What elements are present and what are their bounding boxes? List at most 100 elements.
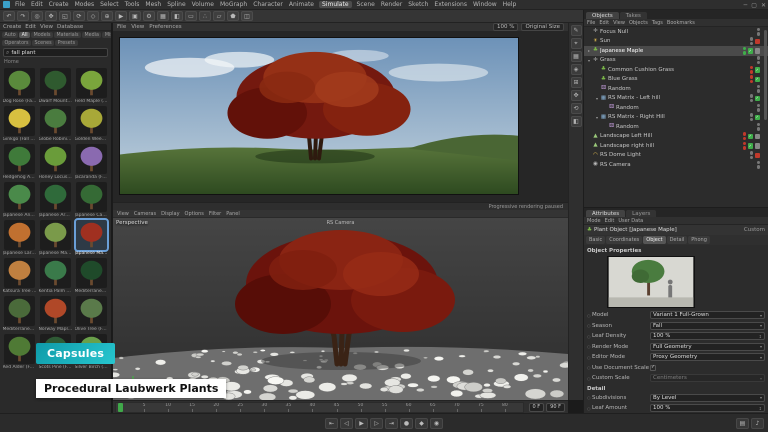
leaf-amount-field[interactable]: 100 %↕ <box>650 404 765 412</box>
object-row-rs-matrix-right-hill[interactable]: ▾▦RS Matrix - Right Hill✓ <box>584 113 768 123</box>
viewport-menu-view[interactable]: View <box>117 211 129 217</box>
menu-sketch[interactable]: Sketch <box>407 1 429 8</box>
viewport-menu-options[interactable]: Options <box>185 211 204 217</box>
visibility-dot[interactable] <box>750 113 754 117</box>
menu-tools[interactable]: Tools <box>124 1 141 8</box>
asset-item-ginkgo-fall-plant[interactable]: Ginkgo (Fall Plant) <box>2 106 37 142</box>
visibility-dot[interactable] <box>750 75 754 79</box>
keyframe-icon[interactable]: ◆ <box>415 418 428 429</box>
object-row-random[interactable]: ⚄Random <box>584 103 768 113</box>
menu-render[interactable]: Render <box>380 1 403 8</box>
asset-item-japanese-larch-fall-plant[interactable]: Japanese Larch (Fall Plant) <box>2 220 37 256</box>
viewport-menu-display[interactable]: Display <box>161 211 179 217</box>
filter-models[interactable]: Models <box>31 32 53 38</box>
visibility-dot[interactable] <box>757 61 761 65</box>
objects-menu-tags[interactable]: Tags <box>652 20 663 26</box>
object-tag-icon[interactable]: ✓ <box>755 115 761 121</box>
visibility-dot[interactable] <box>757 85 761 89</box>
filter-all[interactable]: All <box>19 32 30 38</box>
menu-create[interactable]: Create <box>48 1 70 8</box>
checkbox-use-document-scale[interactable]: ✓ <box>650 365 656 371</box>
previous-key-icon[interactable]: ◁ <box>340 418 353 429</box>
object-tag-icon[interactable]: ✓ <box>748 48 754 54</box>
tab-objects[interactable]: Objects <box>586 12 619 19</box>
object-tag-icon[interactable]: ✓ <box>755 77 761 83</box>
grid-icon[interactable]: ▦ <box>571 51 582 62</box>
window-minimize-icon[interactable]: ─ <box>744 2 748 9</box>
timeline-ruler[interactable]: 051015202530354045505560657075808590 <box>115 402 524 413</box>
go-to-end-icon[interactable]: ⇥ <box>385 418 398 429</box>
redo-icon[interactable]: ↷ <box>17 11 29 21</box>
visibility-dot[interactable] <box>757 165 761 169</box>
tab-attributes[interactable]: Attributes <box>586 210 625 217</box>
reset-icon[interactable]: ⟲ <box>571 103 582 114</box>
asset-item-mediterranean-cypress-fall-plant[interactable]: Mediterranean Cypress (Fall Plant) <box>74 258 109 294</box>
filter-misc[interactable]: Misc <box>102 32 112 38</box>
renderview-menu-file[interactable]: File <box>117 24 126 30</box>
size-mode-dropdown[interactable]: Original Size <box>521 23 564 31</box>
last-tool-icon[interactable]: ◇ <box>87 11 99 21</box>
render-view[interactable] <box>113 32 568 202</box>
visibility-dot[interactable] <box>757 161 761 165</box>
points-mode-icon[interactable]: ∴ <box>199 11 211 21</box>
menu-help[interactable]: Help <box>502 1 518 8</box>
end-frame-field[interactable]: 90 F <box>546 403 565 412</box>
asset-item-globe-robinia-fall-plant[interactable]: Globe Robinia (Fall Plant) <box>38 106 73 142</box>
render-settings-icon[interactable]: ⚙ <box>143 11 155 21</box>
visibility-dot[interactable] <box>750 66 754 70</box>
timeline-playhead[interactable] <box>118 403 123 412</box>
asset-search-input[interactable] <box>11 50 105 56</box>
asset-item-dog-rose-fall-plant[interactable]: Dog Rose (Fall Plant) <box>2 68 37 104</box>
visibility-dot[interactable] <box>743 137 747 141</box>
object-tag-icon[interactable] <box>755 48 761 54</box>
menu-mesh[interactable]: Mesh <box>144 1 162 8</box>
visibility-dot[interactable] <box>757 108 761 112</box>
objects-menu-file[interactable]: File <box>587 20 595 26</box>
asset-item-golden-weeping-willow-fall-plant[interactable]: Golden Weeping Willow (Fall Plant) <box>74 106 109 142</box>
object-row-rs-camera[interactable]: ◉RS Camera <box>584 160 768 170</box>
object-tag-icon[interactable]: ✓ <box>748 134 754 140</box>
object-row-focus-null[interactable]: ✛Focus Null <box>584 27 768 37</box>
autokey-icon[interactable]: ◉ <box>430 418 443 429</box>
texture-mode-icon[interactable]: ◧ <box>171 11 183 21</box>
param-tab-detail[interactable]: Detail <box>667 236 688 244</box>
asset-item-japanese-camellia-fall-plant[interactable]: Japanese Camellia (Fall Plant) <box>74 182 109 218</box>
next-key-icon[interactable]: ▷ <box>370 418 383 429</box>
menu-select[interactable]: Select <box>99 1 120 8</box>
asset-menu-database[interactable]: Database <box>57 24 83 30</box>
menu-file[interactable]: File <box>14 1 26 8</box>
visibility-dot[interactable] <box>757 28 761 32</box>
filter-materials[interactable]: Materials <box>54 32 81 38</box>
render-picture-viewer-icon[interactable]: ▣ <box>129 11 141 21</box>
object-row-grass[interactable]: ▾✛Grass <box>584 56 768 66</box>
asset-item-kentia-palm-fall-plant[interactable]: Kentia Palm (Fall Plant) <box>38 258 73 294</box>
menu-extensions[interactable]: Extensions <box>433 1 468 8</box>
objects-menu-bookmarks[interactable]: Bookmarks <box>667 20 695 26</box>
asset-item-japanese-angelica-tree-fall-plant[interactable]: Japanese Angelica Tree (Fall Plant) <box>2 182 37 218</box>
renderview-menu-view[interactable]: View <box>131 24 144 30</box>
object-tag-icon[interactable] <box>755 153 761 159</box>
objects-menu-edit[interactable]: Edit <box>599 20 609 26</box>
asset-item-honey-locust-sunburst-fall-plant[interactable]: Honey Locust Sunburst (Fall Plant) <box>38 144 73 180</box>
object-tag-icon[interactable] <box>755 39 761 45</box>
tab-layers[interactable]: Layers <box>626 210 656 217</box>
menu-character[interactable]: Character <box>252 1 284 8</box>
asset-item-japanese-aralia-fall-plant[interactable]: Japanese Aralia (Fall Plant) <box>38 182 73 218</box>
object-row-random[interactable]: ⚄Random <box>584 122 768 132</box>
live-selection-icon[interactable]: ◎ <box>31 11 43 21</box>
viewport-menu-cameras[interactable]: Cameras <box>134 211 156 217</box>
asset-menu-create[interactable]: Create <box>3 24 21 30</box>
tab-takes[interactable]: Takes <box>620 12 647 19</box>
zoom-level-dropdown[interactable]: 100 % <box>493 23 518 31</box>
visibility-dot[interactable] <box>750 151 754 155</box>
model-field[interactable]: Variant 1 Full-Grown▾ <box>650 311 765 319</box>
asset-item-red-alder-fall-plant[interactable]: Red Alder (Fall Plant) <box>2 334 37 370</box>
scale-icon[interactable]: ◱ <box>59 11 71 21</box>
visibility-dot[interactable] <box>750 118 754 122</box>
asset-menu-view[interactable]: View <box>40 24 53 30</box>
menu-volume[interactable]: Volume <box>191 1 215 8</box>
object-row-random[interactable]: ⚄Random <box>584 84 768 94</box>
object-row-japanese-maple[interactable]: ▸♣Japanese Maple✓ <box>584 46 768 56</box>
render-mode-field[interactable]: Full Geometry▾ <box>650 343 765 351</box>
object-tag-icon[interactable] <box>755 143 761 149</box>
